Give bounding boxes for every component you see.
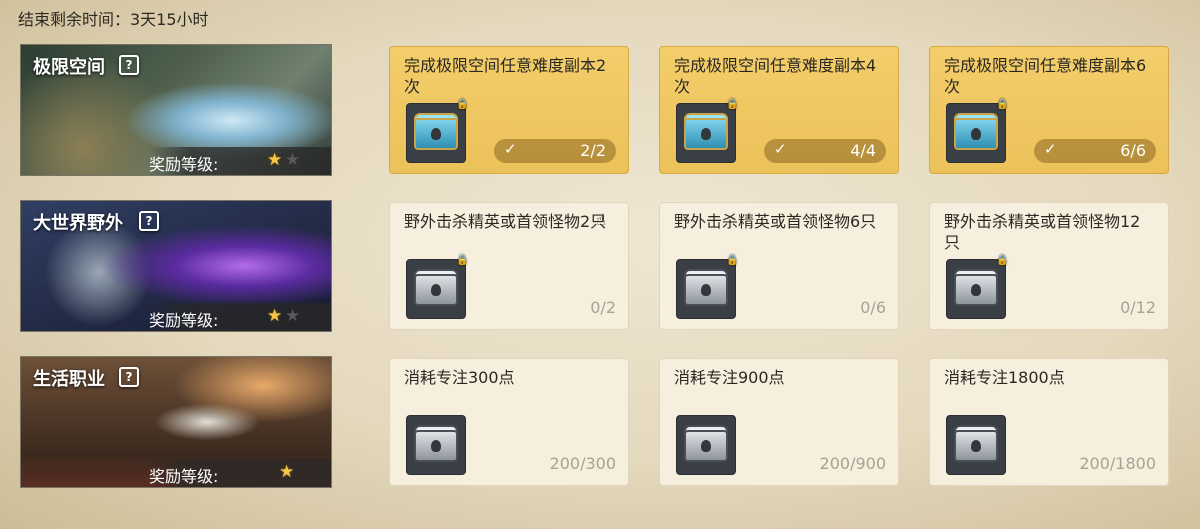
silver-chest-icon[interactable] (406, 259, 466, 319)
category-title: 生活职业 (33, 369, 105, 390)
check-icon: ✓ (504, 140, 517, 158)
category-title: 大世界野外 (33, 213, 123, 234)
star-empty-icon: ★ (285, 306, 301, 326)
lock-icon: 🔒 (456, 255, 469, 266)
event-timer: 结束剩余时间：3天15小时 (18, 10, 209, 29)
lock-icon: 🔒 (726, 99, 739, 110)
category-title: 极限空间 (33, 57, 105, 78)
task-card[interactable]: 野外击杀精英或首领怪物6只 🔒 0/6 (659, 202, 899, 330)
category-row: 生活职业 ? 奖励等级: ★ 消耗专注300点 200/300 消耗专注900点… (0, 356, 1200, 488)
lock-icon: 🔒 (456, 99, 469, 110)
silver-chest-icon[interactable] (406, 415, 466, 475)
category-card-life-profession[interactable]: 生活职业 ? 奖励等级: ★ (20, 356, 332, 488)
blue-chest-icon[interactable] (946, 103, 1006, 163)
reward-rank-label: 奖励等级: (149, 311, 219, 330)
reward-rank-label: 奖励等级: (149, 155, 219, 174)
star-filled-icon: ★ (279, 462, 295, 482)
task-description: 完成极限空间任意难度副本2次 (404, 56, 607, 96)
category-card-open-world[interactable]: 大世界野外 ? 奖励等级: ★ ★ (20, 200, 332, 332)
task-description: 野外击杀精英或首领怪物6只 (674, 212, 877, 231)
help-icon[interactable]: ? (119, 55, 139, 75)
category-card-extreme-space[interactable]: 极限空间 ? 奖励等级: ★ ★ (20, 44, 332, 176)
task-progress: 0/12 (1120, 298, 1156, 317)
star-filled-icon: ★ (267, 150, 283, 170)
check-icon: ✓ (774, 140, 787, 158)
category-row: 极限空间 ? 奖励等级: ★ ★ 完成极限空间任意难度副本2次 🔒 ✓ 2/2 … (0, 44, 1200, 176)
task-progress: 0/6 (860, 298, 886, 317)
lock-icon: 🔒 (996, 99, 1009, 110)
task-card[interactable]: 野外击杀精英或首领怪物12只 🔒 0/12 (929, 202, 1169, 330)
task-card[interactable]: 消耗专注1800点 200/1800 (929, 358, 1169, 486)
task-card[interactable]: 野外击杀精英或首领怪物2只 🔒 0/2 (389, 202, 629, 330)
task-description: 完成极限空间任意难度副本6次 (944, 56, 1147, 96)
task-progress: 2/2 (580, 141, 606, 160)
reward-rank-label: 奖励等级: (149, 467, 219, 486)
silver-chest-icon[interactable] (946, 415, 1006, 475)
task-description: 消耗专注300点 (404, 368, 515, 387)
silver-chest-icon[interactable] (946, 259, 1006, 319)
silver-chest-icon[interactable] (676, 415, 736, 475)
task-progress-bar: ✓ 4/4 (764, 139, 886, 163)
task-progress-bar: ✓ 6/6 (1034, 139, 1156, 163)
task-progress-bar: ✓ 2/2 (494, 139, 616, 163)
task-description: 野外击杀精英或首领怪物12只 (944, 212, 1141, 252)
task-progress: 200/900 (819, 454, 886, 473)
task-description: 消耗专注1800点 (944, 368, 1065, 387)
star-empty-icon: ★ (285, 150, 301, 170)
blue-chest-icon[interactable] (676, 103, 736, 163)
lock-icon: 🔒 (726, 255, 739, 266)
task-card[interactable]: 消耗专注900点 200/900 (659, 358, 899, 486)
help-icon[interactable]: ? (139, 211, 159, 231)
task-card[interactable]: 消耗专注300点 200/300 (389, 358, 629, 486)
task-description: 完成极限空间任意难度副本4次 (674, 56, 877, 96)
task-description: 野外击杀精英或首领怪物2只 (404, 212, 607, 231)
blue-chest-icon[interactable] (406, 103, 466, 163)
task-progress: 200/300 (549, 454, 616, 473)
star-filled-icon: ★ (267, 306, 283, 326)
task-card[interactable]: 完成极限空间任意难度副本4次 🔒 ✓ 4/4 (659, 46, 899, 174)
task-progress: 4/4 (850, 141, 876, 160)
task-card[interactable]: 完成极限空间任意难度副本2次 🔒 ✓ 2/2 (389, 46, 629, 174)
task-progress: 200/1800 (1079, 454, 1156, 473)
help-icon[interactable]: ? (119, 367, 139, 387)
task-progress: 6/6 (1120, 141, 1146, 160)
task-description: 消耗专注900点 (674, 368, 785, 387)
silver-chest-icon[interactable] (676, 259, 736, 319)
task-progress: 0/2 (590, 298, 616, 317)
lock-icon: 🔒 (996, 255, 1009, 266)
check-icon: ✓ (1044, 140, 1057, 158)
hand-cursor-icon: ☝ (596, 210, 606, 229)
task-card[interactable]: 完成极限空间任意难度副本6次 🔒 ✓ 6/6 (929, 46, 1169, 174)
reward-rank-bar: 奖励等级: ★ ★ (149, 147, 331, 175)
reward-rank-bar: 奖励等级: ★ (149, 459, 331, 487)
reward-rank-bar: 奖励等级: ★ ★ (149, 303, 331, 331)
